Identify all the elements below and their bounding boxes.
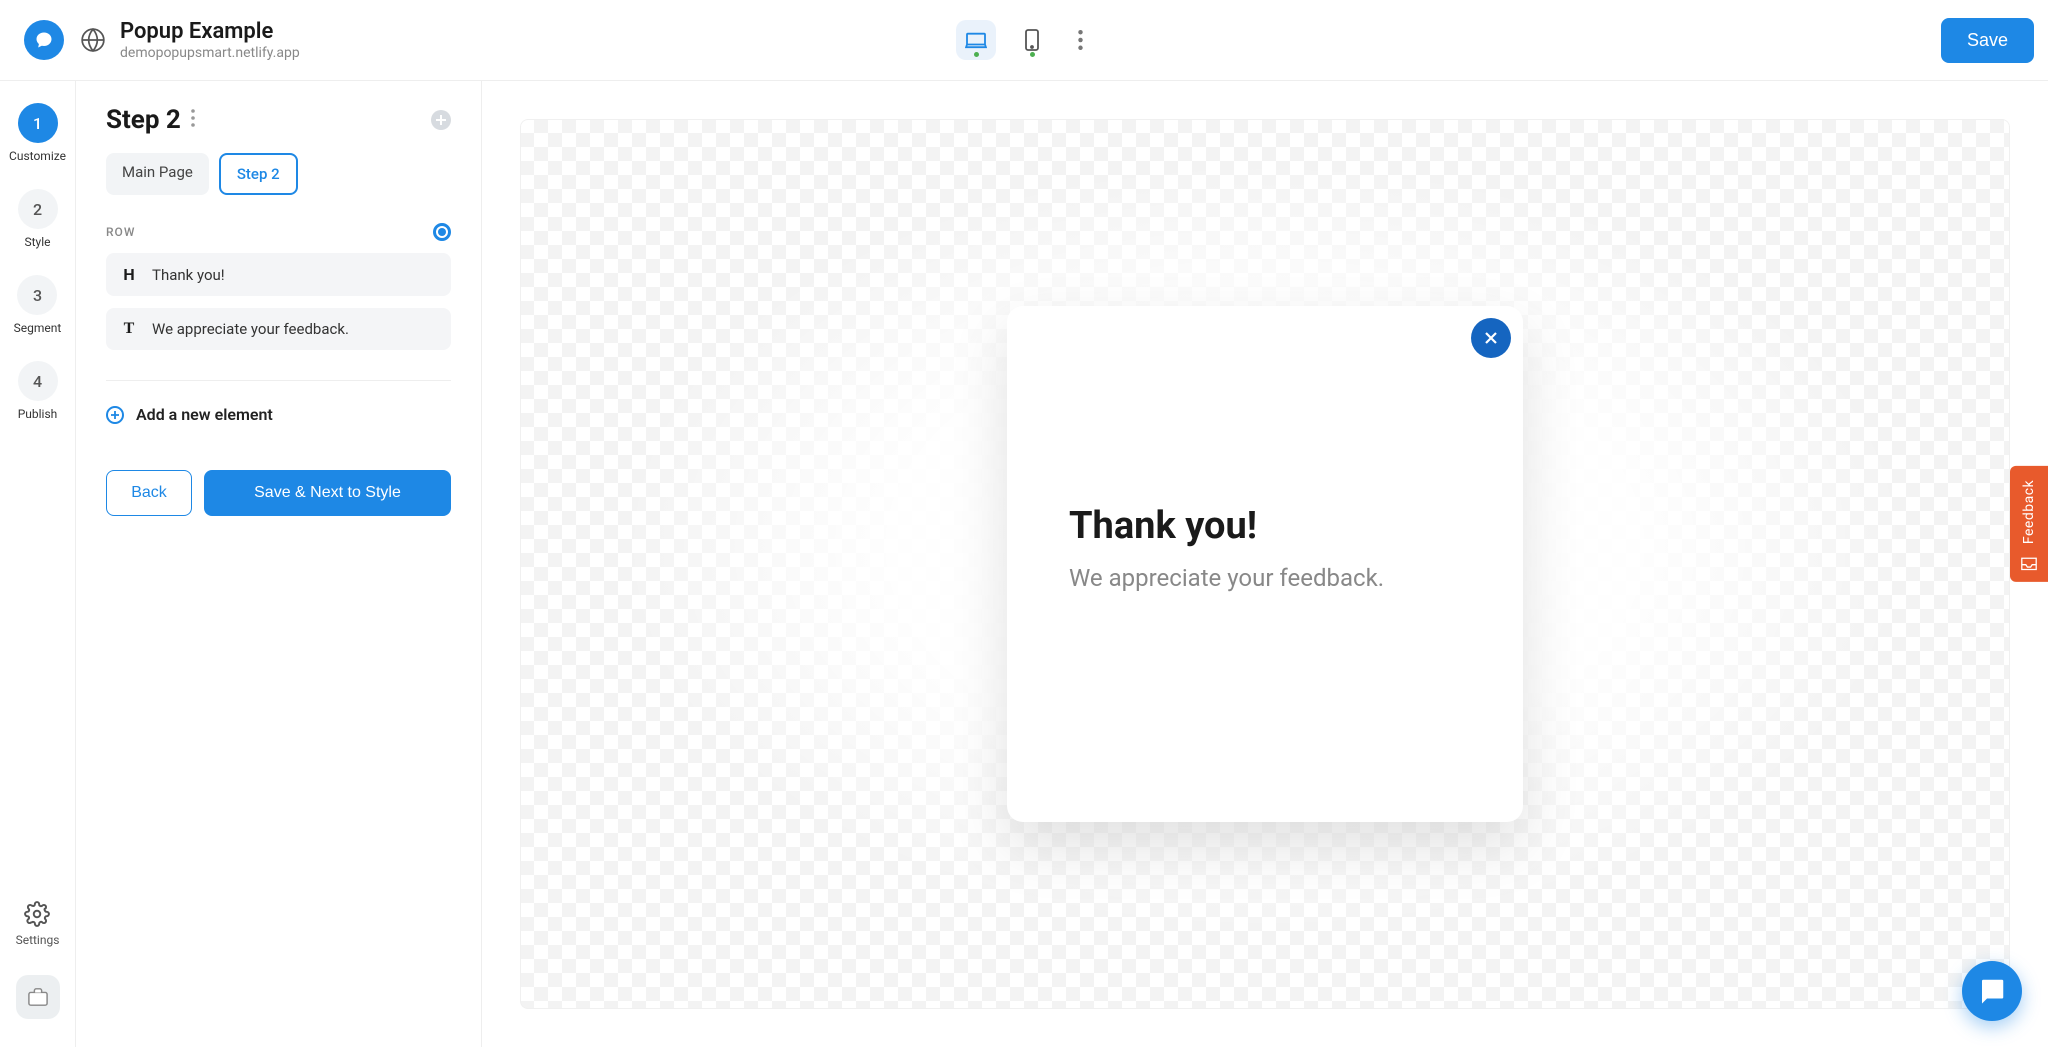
panel-header: Step 2	[106, 105, 451, 135]
campaign-title: Popup Example	[120, 19, 300, 45]
rail-step-style[interactable]: 2 Style	[18, 189, 58, 249]
plus-circle-icon	[106, 406, 124, 424]
mobile-preview-button[interactable]	[1012, 20, 1052, 60]
rail-step-number: 3	[17, 275, 57, 315]
settings-label: Settings	[16, 933, 60, 947]
plus-icon	[435, 114, 447, 126]
tab-main-page[interactable]: Main Page	[106, 153, 209, 195]
title-text: Popup Example demopopupsmart.netlify.app	[120, 19, 300, 61]
briefcase-icon	[27, 987, 49, 1007]
element-type-badge: H	[120, 265, 138, 284]
title-block: Popup Example demopopupsmart.netlify.app	[80, 19, 300, 61]
rail-step-publish[interactable]: 4 Publish	[18, 361, 58, 421]
rail-step-number: 1	[18, 103, 58, 143]
row-target-radio[interactable]	[433, 223, 451, 241]
top-bar: Popup Example demopopupsmart.netlify.app…	[0, 0, 2048, 81]
feedback-tab[interactable]: Feedback	[2010, 465, 2048, 581]
add-element-label: Add a new element	[136, 405, 273, 424]
editor-panel: Step 2 Main Page Step 2 ROW H Thank you!…	[76, 81, 482, 1047]
close-icon	[1483, 330, 1499, 346]
panel-title-menu[interactable]	[191, 109, 195, 131]
desktop-icon	[965, 31, 987, 49]
chat-bubble-icon	[34, 30, 54, 50]
element-text: Thank you!	[152, 266, 225, 284]
kebab-icon	[1078, 30, 1083, 50]
rail-step-customize[interactable]: 1 Customize	[9, 103, 66, 163]
element-type-badge: T	[120, 320, 138, 338]
mobile-icon	[1025, 29, 1039, 51]
element-text: We appreciate your feedback.	[152, 320, 349, 338]
back-button[interactable]: Back	[106, 470, 192, 516]
status-dot-icon	[974, 52, 979, 57]
workspace-button[interactable]	[16, 975, 60, 1019]
add-step-button[interactable]	[431, 110, 451, 130]
preview-more-menu[interactable]	[1068, 25, 1092, 55]
popup-heading: Thank you!	[1069, 504, 1461, 548]
popup-body: We appreciate your feedback.	[1069, 564, 1461, 592]
settings-button[interactable]: Settings	[16, 901, 60, 947]
save-button[interactable]: Save	[1941, 18, 2034, 63]
step-rail: 1 Customize 2 Style 3 Segment 4 Publish …	[0, 81, 76, 1047]
panel-actions: Back Save & Next to Style	[106, 470, 451, 516]
rail-step-label: Style	[24, 235, 50, 249]
app-logo[interactable]	[24, 20, 64, 60]
canvas-wrap: Thank you! We appreciate your feedback.	[482, 81, 2048, 1047]
intercom-icon	[1977, 976, 2007, 1006]
step-tabs: Main Page Step 2	[106, 153, 451, 195]
preview-canvas: Thank you! We appreciate your feedback.	[520, 119, 2010, 1009]
panel-title: Step 2	[106, 105, 181, 135]
inbox-icon	[2019, 556, 2039, 572]
status-dot-icon	[1030, 52, 1035, 57]
element-text-block[interactable]: T We appreciate your feedback.	[106, 308, 451, 350]
rail-step-number: 4	[18, 361, 58, 401]
save-next-button[interactable]: Save & Next to Style	[204, 470, 451, 516]
device-preview-switch	[956, 20, 1092, 60]
desktop-preview-button[interactable]	[956, 20, 996, 60]
rail-step-label: Customize	[9, 149, 66, 163]
element-list: H Thank you! T We appreciate your feedba…	[106, 253, 451, 350]
add-element-button[interactable]: Add a new element	[106, 405, 451, 424]
rail-step-segment[interactable]: 3 Segment	[14, 275, 62, 335]
rail-bottom: Settings	[16, 901, 60, 1047]
globe-icon	[80, 27, 106, 53]
campaign-domain: demopopupsmart.netlify.app	[120, 45, 300, 61]
popup-preview[interactable]: Thank you! We appreciate your feedback.	[1007, 306, 1523, 822]
row-header: ROW	[106, 223, 451, 241]
popup-close-button[interactable]	[1471, 318, 1511, 358]
row-label: ROW	[106, 225, 135, 239]
kebab-icon	[191, 109, 195, 127]
intercom-launcher[interactable]	[1962, 961, 2022, 1021]
rail-step-label: Segment	[14, 321, 62, 335]
element-heading[interactable]: H Thank you!	[106, 253, 451, 296]
divider	[106, 380, 451, 381]
feedback-label: Feedback	[2021, 479, 2037, 543]
app-logo-wrap	[12, 20, 76, 60]
rail-step-number: 2	[18, 189, 58, 229]
gear-icon	[24, 901, 50, 927]
tab-step-2[interactable]: Step 2	[219, 153, 298, 195]
rail-step-label: Publish	[18, 407, 58, 421]
